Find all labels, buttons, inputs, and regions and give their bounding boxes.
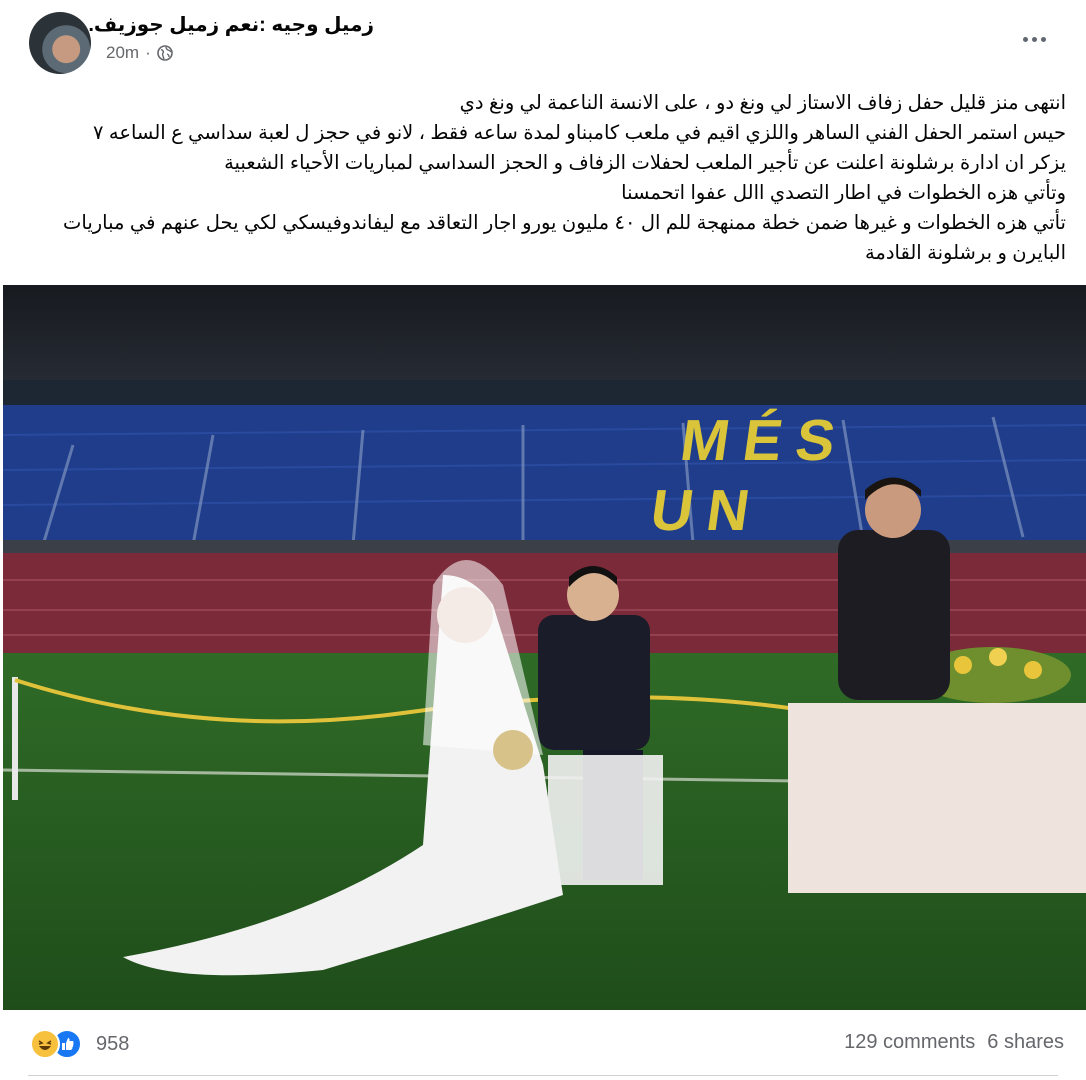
post-text-line: يزكر ان ادارة برشلونة اعلنت عن تأجير الم…: [224, 152, 1066, 174]
post-text-line: تأتي هزه الخطوات و غيرها ضمن خطة ممنهجة …: [63, 212, 1066, 264]
author-avatar[interactable]: [29, 12, 91, 74]
officiant: [838, 530, 950, 700]
post-card: زميل وجيه :نعم زميل جوزيف. 20m · انتهى م…: [0, 0, 1086, 1080]
post-meta: 20m ·: [106, 43, 173, 63]
comments-count-link[interactable]: 129 comments: [844, 1031, 975, 1054]
stand-lettering-bottom: UN: [647, 478, 768, 543]
haha-reaction-icon: [30, 1029, 60, 1059]
post-timestamp[interactable]: 20m: [106, 43, 139, 63]
reaction-count: 958: [96, 1032, 130, 1055]
ceremony-table: [788, 703, 1086, 893]
meta-separator: ·: [145, 43, 151, 62]
globe-icon: [156, 45, 173, 61]
post-text: انتهى منز قليل حفل زفاف الاستاز لي ونغ د…: [16, 88, 1066, 268]
post-text-line: حيس استمر الحفل الفني الساهر واللزي اقيم…: [93, 122, 1066, 144]
more-options-button[interactable]: [1014, 24, 1054, 54]
post-text-line: وتأتي هزه الخطوات في اطار التصدي االل عف…: [621, 182, 1066, 204]
author-name[interactable]: زميل وجيه :نعم زميل جوزيف.: [88, 12, 374, 37]
reactions-summary[interactable]: 958: [30, 1029, 129, 1059]
footer-divider: [28, 1075, 1058, 1076]
groom: [538, 615, 650, 750]
post-text-line: انتهى منز قليل حفل زفاف الاستاز لي ونغ د…: [459, 92, 1066, 114]
shares-count-link[interactable]: 6 shares: [987, 1031, 1064, 1054]
stand-lettering-top: MÉS: [677, 408, 854, 473]
post-photo[interactable]: MÉS UN: [3, 285, 1086, 1010]
more-icon: [1022, 36, 1028, 42]
engagement-stats: 129 comments 6 shares: [844, 1031, 1064, 1054]
